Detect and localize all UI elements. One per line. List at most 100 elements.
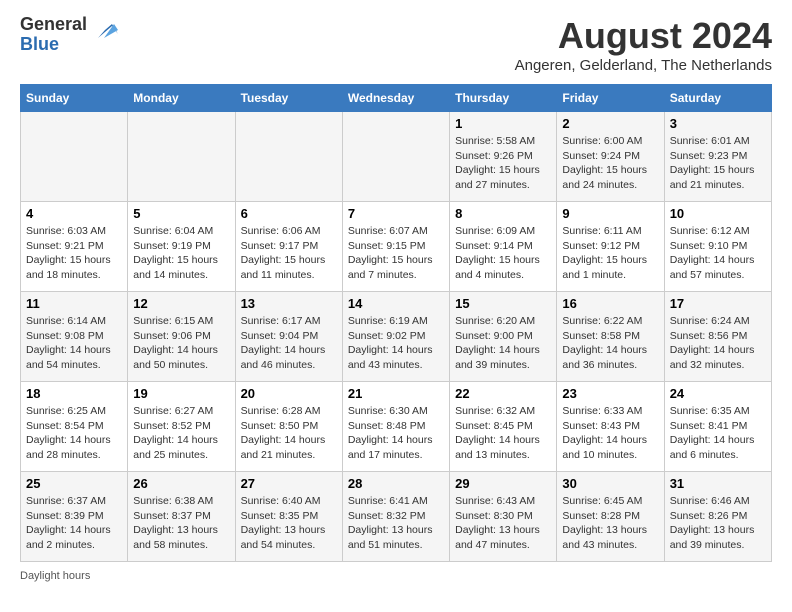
calendar-day-cell bbox=[235, 112, 342, 202]
header: General Blue August 2024 Angeren, Gelder… bbox=[20, 15, 772, 74]
day-info: Sunrise: 6:25 AMSunset: 8:54 PMDaylight:… bbox=[26, 404, 122, 463]
calendar-day-cell bbox=[128, 112, 235, 202]
day-number: 30 bbox=[562, 476, 658, 491]
calendar-day-cell: 5 Sunrise: 6:04 AMSunset: 9:19 PMDaylight… bbox=[128, 202, 235, 292]
footer: Daylight hours bbox=[20, 570, 772, 582]
calendar-day-cell: 25Sunrise: 6:37 AMSunset: 8:39 PMDayligh… bbox=[21, 472, 128, 562]
calendar-day-cell: 21Sunrise: 6:30 AMSunset: 8:48 PMDayligh… bbox=[342, 382, 449, 472]
day-info: Sunrise: 6:15 AMSunset: 9:06 PMDaylight:… bbox=[133, 314, 229, 373]
calendar-week-row: 1 Sunrise: 5:58 AMSunset: 9:26 PMDaylight… bbox=[21, 112, 772, 202]
calendar-day-cell: 26 Sunrise: 6:38 AMSunset: 8:37 PMDayligh… bbox=[128, 472, 235, 562]
calendar-day-cell: 14Sunrise: 6:19 AMSunset: 9:02 PMDayligh… bbox=[342, 292, 449, 382]
day-number: 5 bbox=[133, 206, 229, 221]
day-info: Sunrise: 6:32 AMSunset: 8:45 PMDaylight:… bbox=[455, 404, 551, 463]
day-info: Sunrise: 6:41 AMSunset: 8:32 PMDaylight:… bbox=[348, 494, 444, 553]
day-number: 10 bbox=[670, 206, 766, 221]
logo-blue: Blue bbox=[20, 34, 59, 54]
calendar-day-cell: 3 Sunrise: 6:01 AMSunset: 9:23 PMDaylight… bbox=[664, 112, 771, 202]
day-info: Sunrise: 6:30 AMSunset: 8:48 PMDaylight:… bbox=[348, 404, 444, 463]
day-info: Sunrise: 6:00 AMSunset: 9:24 PMDaylight:… bbox=[562, 134, 658, 193]
day-number: 14 bbox=[348, 296, 444, 311]
calendar-day-cell: 20Sunrise: 6:28 AMSunset: 8:50 PMDayligh… bbox=[235, 382, 342, 472]
day-number: 6 bbox=[241, 206, 337, 221]
day-number: 9 bbox=[562, 206, 658, 221]
day-number: 18 bbox=[26, 386, 122, 401]
calendar-day-cell: 2 Sunrise: 6:00 AMSunset: 9:24 PMDaylight… bbox=[557, 112, 664, 202]
month-year: August 2024 bbox=[515, 15, 772, 57]
day-info: Sunrise: 6:40 AMSunset: 8:35 PMDaylight:… bbox=[241, 494, 337, 553]
day-number: 26 bbox=[133, 476, 229, 491]
day-info: Sunrise: 6:27 AMSunset: 8:52 PMDaylight:… bbox=[133, 404, 229, 463]
calendar-day-cell: 12 Sunrise: 6:15 AMSunset: 9:06 PMDayligh… bbox=[128, 292, 235, 382]
day-info: Sunrise: 5:58 AMSunset: 9:26 PMDaylight:… bbox=[455, 134, 551, 193]
day-number: 24 bbox=[670, 386, 766, 401]
calendar-header-row: SundayMondayTuesdayWednesdayThursdayFrid… bbox=[21, 85, 772, 112]
day-number: 23 bbox=[562, 386, 658, 401]
day-number: 31 bbox=[670, 476, 766, 491]
daylight-hours-label: Daylight hours bbox=[20, 570, 90, 582]
day-info: Sunrise: 6:24 AMSunset: 8:56 PMDaylight:… bbox=[670, 314, 766, 373]
calendar-day-cell: 24 Sunrise: 6:35 AMSunset: 8:41 PMDayligh… bbox=[664, 382, 771, 472]
day-info: Sunrise: 6:46 AMSunset: 8:26 PMDaylight:… bbox=[670, 494, 766, 553]
calendar-day-cell: 17 Sunrise: 6:24 AMSunset: 8:56 PMDayligh… bbox=[664, 292, 771, 382]
day-of-week-header: Friday bbox=[557, 85, 664, 112]
calendar-day-cell: 28Sunrise: 6:41 AMSunset: 8:32 PMDayligh… bbox=[342, 472, 449, 562]
calendar-day-cell: 6 Sunrise: 6:06 AMSunset: 9:17 PMDaylight… bbox=[235, 202, 342, 292]
day-info: Sunrise: 6:07 AMSunset: 9:15 PMDaylight:… bbox=[348, 224, 444, 283]
title-block: August 2024 Angeren, Gelderland, The Net… bbox=[515, 15, 772, 74]
day-number: 16 bbox=[562, 296, 658, 311]
calendar-day-cell: 10Sunrise: 6:12 AMSunset: 9:10 PMDayligh… bbox=[664, 202, 771, 292]
location: Angeren, Gelderland, The Netherlands bbox=[515, 57, 772, 74]
logo-icon bbox=[90, 16, 120, 46]
day-info: Sunrise: 6:35 AMSunset: 8:41 PMDaylight:… bbox=[670, 404, 766, 463]
day-number: 29 bbox=[455, 476, 551, 491]
day-info: Sunrise: 6:38 AMSunset: 8:37 PMDaylight:… bbox=[133, 494, 229, 553]
calendar-day-cell: 19 Sunrise: 6:27 AMSunset: 8:52 PMDayligh… bbox=[128, 382, 235, 472]
calendar-week-row: 4 Sunrise: 6:03 AMSunset: 9:21 PMDaylight… bbox=[21, 202, 772, 292]
calendar-body: 1 Sunrise: 5:58 AMSunset: 9:26 PMDaylight… bbox=[21, 112, 772, 562]
calendar-day-cell: 31 Sunrise: 6:46 AMSunset: 8:26 PMDayligh… bbox=[664, 472, 771, 562]
day-of-week-header: Thursday bbox=[450, 85, 557, 112]
day-info: Sunrise: 6:09 AMSunset: 9:14 PMDaylight:… bbox=[455, 224, 551, 283]
calendar-day-cell: 7Sunrise: 6:07 AMSunset: 9:15 PMDaylight… bbox=[342, 202, 449, 292]
day-number: 11 bbox=[26, 296, 122, 311]
day-number: 2 bbox=[562, 116, 658, 131]
calendar-day-cell: 4 Sunrise: 6:03 AMSunset: 9:21 PMDaylight… bbox=[21, 202, 128, 292]
calendar-day-cell: 15 Sunrise: 6:20 AMSunset: 9:00 PMDayligh… bbox=[450, 292, 557, 382]
calendar-week-row: 18 Sunrise: 6:25 AMSunset: 8:54 PMDayligh… bbox=[21, 382, 772, 472]
day-number: 15 bbox=[455, 296, 551, 311]
calendar-day-cell: 1 Sunrise: 5:58 AMSunset: 9:26 PMDaylight… bbox=[450, 112, 557, 202]
day-number: 4 bbox=[26, 206, 122, 221]
calendar-day-cell: 27Sunrise: 6:40 AMSunset: 8:35 PMDayligh… bbox=[235, 472, 342, 562]
calendar-day-cell bbox=[342, 112, 449, 202]
day-info: Sunrise: 6:11 AMSunset: 9:12 PMDaylight:… bbox=[562, 224, 658, 283]
day-of-week-header: Sunday bbox=[21, 85, 128, 112]
day-info: Sunrise: 6:45 AMSunset: 8:28 PMDaylight:… bbox=[562, 494, 658, 553]
day-info: Sunrise: 6:03 AMSunset: 9:21 PMDaylight:… bbox=[26, 224, 122, 283]
day-number: 19 bbox=[133, 386, 229, 401]
day-info: Sunrise: 6:20 AMSunset: 9:00 PMDaylight:… bbox=[455, 314, 551, 373]
calendar-day-cell: 29Sunrise: 6:43 AMSunset: 8:30 PMDayligh… bbox=[450, 472, 557, 562]
day-number: 12 bbox=[133, 296, 229, 311]
day-number: 3 bbox=[670, 116, 766, 131]
calendar-day-cell: 22 Sunrise: 6:32 AMSunset: 8:45 PMDayligh… bbox=[450, 382, 557, 472]
day-info: Sunrise: 6:22 AMSunset: 8:58 PMDaylight:… bbox=[562, 314, 658, 373]
day-of-week-header: Monday bbox=[128, 85, 235, 112]
day-of-week-header: Saturday bbox=[664, 85, 771, 112]
day-info: Sunrise: 6:01 AMSunset: 9:23 PMDaylight:… bbox=[670, 134, 766, 193]
day-number: 1 bbox=[455, 116, 551, 131]
day-number: 8 bbox=[455, 206, 551, 221]
day-info: Sunrise: 6:04 AMSunset: 9:19 PMDaylight:… bbox=[133, 224, 229, 283]
calendar-day-cell bbox=[21, 112, 128, 202]
day-info: Sunrise: 6:14 AMSunset: 9:08 PMDaylight:… bbox=[26, 314, 122, 373]
day-number: 22 bbox=[455, 386, 551, 401]
day-info: Sunrise: 6:06 AMSunset: 9:17 PMDaylight:… bbox=[241, 224, 337, 283]
calendar-day-cell: 18 Sunrise: 6:25 AMSunset: 8:54 PMDayligh… bbox=[21, 382, 128, 472]
logo: General Blue bbox=[20, 15, 120, 55]
calendar-day-cell: 13Sunrise: 6:17 AMSunset: 9:04 PMDayligh… bbox=[235, 292, 342, 382]
calendar-day-cell: 9 Sunrise: 6:11 AMSunset: 9:12 PMDaylight… bbox=[557, 202, 664, 292]
calendar-day-cell: 23Sunrise: 6:33 AMSunset: 8:43 PMDayligh… bbox=[557, 382, 664, 472]
calendar-day-cell: 30 Sunrise: 6:45 AMSunset: 8:28 PMDayligh… bbox=[557, 472, 664, 562]
day-of-week-header: Tuesday bbox=[235, 85, 342, 112]
day-number: 17 bbox=[670, 296, 766, 311]
